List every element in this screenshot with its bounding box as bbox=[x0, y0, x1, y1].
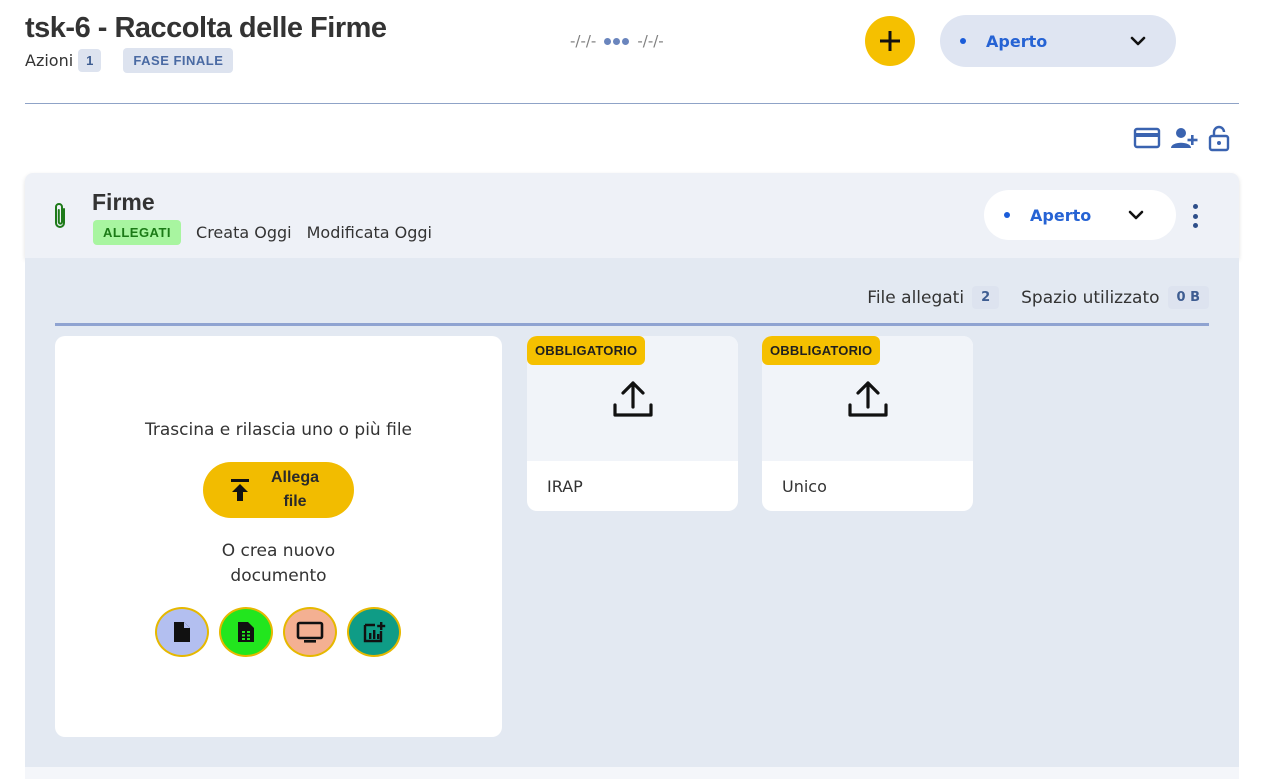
upload-icon bbox=[847, 380, 888, 417]
section-title: Firme bbox=[92, 189, 155, 215]
credit-card-icon[interactable] bbox=[1133, 126, 1161, 150]
panel-footer bbox=[25, 767, 1239, 779]
add-button[interactable] bbox=[865, 16, 915, 66]
new-chart-button[interactable] bbox=[347, 607, 401, 657]
new-document-button[interactable] bbox=[155, 607, 209, 657]
create-document-text: O crea nuovo documento bbox=[55, 539, 502, 589]
presentation-icon bbox=[296, 621, 324, 643]
plus-icon bbox=[880, 31, 900, 51]
section-status-select[interactable]: Aperto bbox=[984, 190, 1176, 240]
new-spreadsheet-button[interactable] bbox=[219, 607, 273, 657]
file-name: IRAP bbox=[547, 477, 583, 496]
modified-date: Modificata Oggi bbox=[306, 223, 432, 242]
section-status-value: Aperto bbox=[1030, 205, 1092, 225]
date-range[interactable]: -/-/- -/-/- bbox=[570, 32, 664, 50]
files-count-label: File allegati bbox=[867, 287, 965, 308]
attachments-panel: File allegati 2 Spazio utilizzato 0 B Tr… bbox=[25, 258, 1239, 767]
chevron-down-icon bbox=[1128, 210, 1144, 220]
mandatory-badge: OBBLIGATORIO bbox=[527, 336, 646, 365]
create-line-2: documento bbox=[230, 566, 327, 586]
phase-badge: FASE FINALE bbox=[123, 48, 234, 73]
file-name: Unico bbox=[782, 477, 827, 496]
ellipsis-icon bbox=[604, 37, 630, 45]
drop-instructions: Trascina e rilascia uno o più file bbox=[144, 420, 413, 440]
paperclip-icon bbox=[55, 203, 65, 228]
create-line-1: O crea nuovo bbox=[221, 541, 336, 561]
new-presentation-button[interactable] bbox=[283, 607, 337, 657]
header-divider bbox=[25, 103, 1239, 104]
date-end: -/-/- bbox=[637, 32, 664, 50]
task-page: tsk-6 - Raccolta delle Firme Azioni 1 FA… bbox=[0, 0, 1263, 779]
attach-file-button[interactable]: Allega file bbox=[203, 462, 354, 518]
chevron-down-icon bbox=[1130, 36, 1146, 46]
lock-icon[interactable] bbox=[1207, 124, 1231, 152]
page-title: tsk-6 - Raccolta delle Firme bbox=[25, 12, 387, 44]
actions-count-badge[interactable]: 1 bbox=[78, 49, 102, 72]
spreadsheet-icon bbox=[238, 622, 254, 642]
title-subrow: Azioni 1 FASE FINALE bbox=[25, 48, 234, 73]
created-date: Creata Oggi bbox=[196, 223, 292, 242]
status-select[interactable]: Aperto bbox=[940, 15, 1176, 67]
chart-icon bbox=[363, 622, 386, 643]
file-card[interactable]: OBBLIGATORIO IRAP bbox=[527, 336, 738, 511]
toolbar bbox=[1133, 124, 1231, 152]
mandatory-badge: OBBLIGATORIO bbox=[762, 336, 881, 365]
files-count-badge: 2 bbox=[972, 286, 1000, 309]
section-header: Firme ALLEGATI Creata Oggi Modificata Og… bbox=[25, 173, 1239, 258]
file-card[interactable]: OBBLIGATORIO Unico bbox=[762, 336, 973, 511]
section-meta: ALLEGATI Creata Oggi Modificata Oggi bbox=[93, 220, 432, 245]
status-dot-icon bbox=[960, 38, 966, 44]
upload-icon bbox=[612, 380, 653, 417]
stats-divider bbox=[55, 323, 1209, 326]
actions-label: Azioni bbox=[25, 51, 74, 70]
new-document-buttons bbox=[155, 607, 401, 657]
document-icon bbox=[174, 622, 190, 642]
section-type-badge: ALLEGATI bbox=[93, 220, 182, 245]
status-dot-icon bbox=[1004, 212, 1010, 218]
status-value: Aperto bbox=[986, 31, 1048, 51]
file-drop-zone[interactable]: Trascina e rilascia uno o più file Alleg… bbox=[55, 336, 502, 737]
attach-file-label: Allega file bbox=[270, 469, 319, 510]
space-used-badge: 0 B bbox=[1167, 286, 1209, 309]
space-used-label: Spazio utilizzato bbox=[1021, 287, 1160, 308]
attachment-stats: File allegati 2 Spazio utilizzato 0 B bbox=[867, 286, 1209, 309]
date-start: -/-/- bbox=[570, 32, 597, 50]
more-options-icon[interactable] bbox=[1191, 204, 1199, 228]
add-user-icon[interactable] bbox=[1169, 126, 1199, 150]
upload-icon bbox=[231, 479, 249, 501]
